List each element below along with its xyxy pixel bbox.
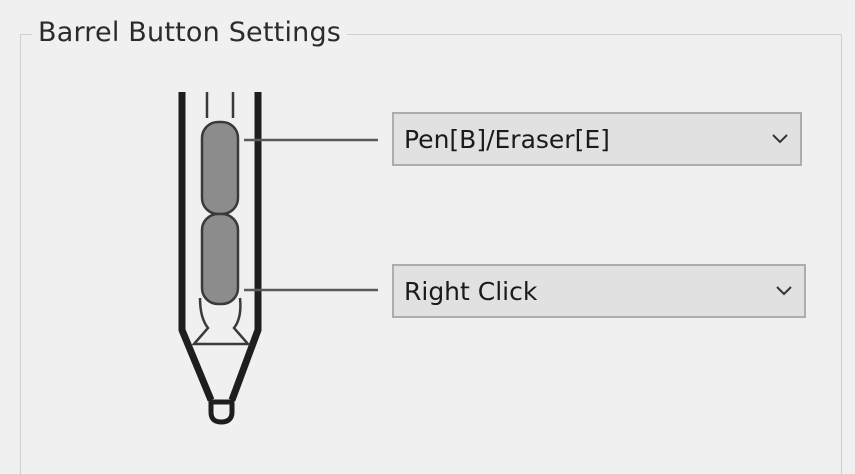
- lower-button-selected-value: Right Click: [404, 276, 538, 306]
- lower-barrel-button: [200, 212, 240, 306]
- lower-button-function-dropdown[interactable]: Right Click: [392, 264, 806, 318]
- upper-button-selected-value: Pen[B]/Eraser[E]: [404, 124, 610, 154]
- chevron-down-icon: [760, 114, 800, 164]
- chevron-down-icon: [764, 266, 804, 316]
- upper-button-function-dropdown[interactable]: Pen[B]/Eraser[E]: [392, 112, 802, 166]
- upper-barrel-button: [200, 120, 240, 216]
- pen-icon: [178, 92, 378, 425]
